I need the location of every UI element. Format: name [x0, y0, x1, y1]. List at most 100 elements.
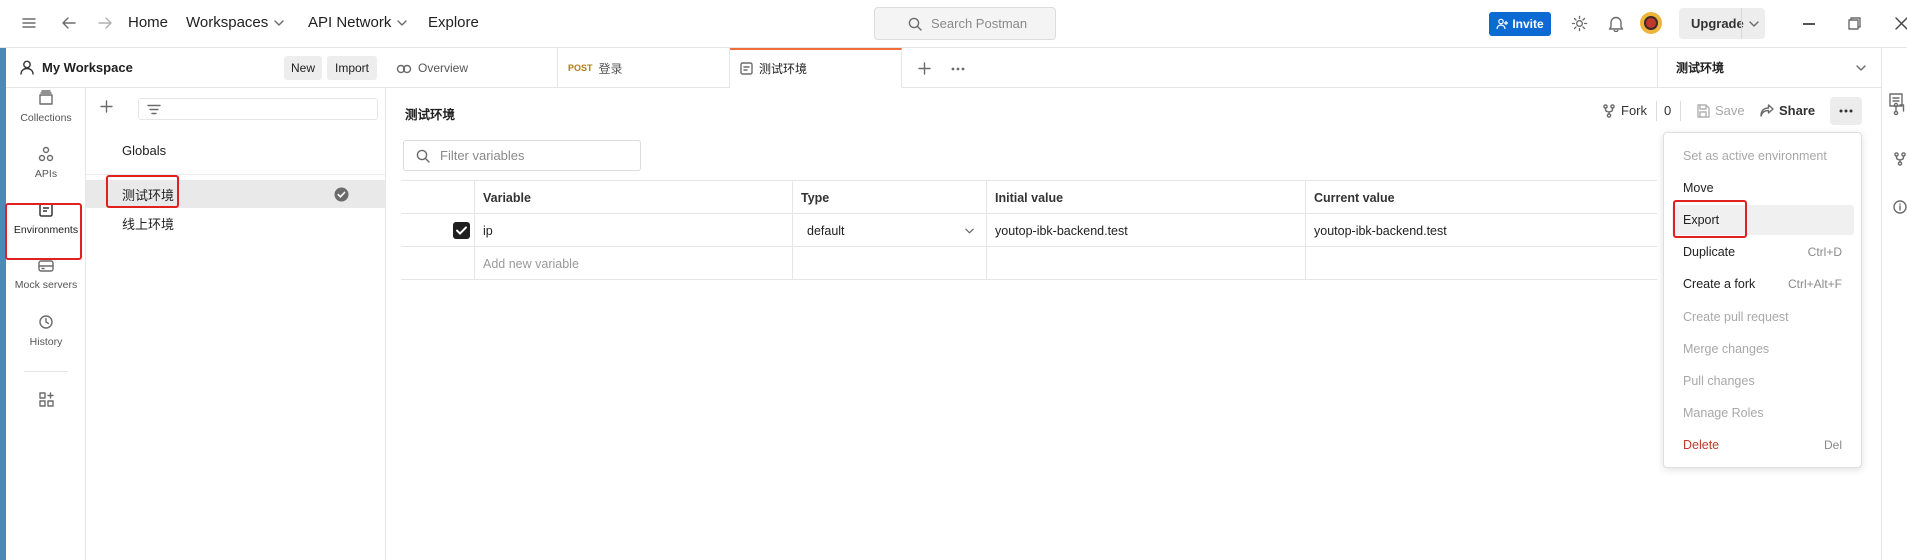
fork-button[interactable]: Fork — [1602, 103, 1647, 118]
environment-title[interactable]: 测试环境 — [405, 104, 455, 123]
menu-item-merge-changes: Merge changes — [1672, 334, 1854, 364]
sidebar-item-mock-servers[interactable]: Mock servers — [6, 250, 86, 300]
avatar[interactable] — [1640, 12, 1662, 34]
filter-icon — [147, 104, 161, 115]
current-value-cell[interactable]: youtop-ibk-backend.test — [1305, 214, 1657, 247]
more-actions-button[interactable] — [1830, 97, 1862, 125]
right-context-bar — [1881, 48, 1907, 560]
more-tabs-icon[interactable] — [951, 67, 965, 71]
pull-request-icon[interactable] — [1893, 102, 1907, 116]
menu-item-label: Duplicate — [1683, 245, 1736, 260]
list-item-test-environment[interactable]: 测试环境 — [86, 180, 386, 208]
fork-icon[interactable] — [1893, 152, 1907, 166]
menu-item-set-as-active-environment: Set as active environment — [1672, 141, 1854, 171]
environment-list-panel: Globals 测试环境 线上环境 — [86, 88, 386, 560]
apis-icon — [38, 146, 54, 162]
search-input[interactable]: Search Postman — [874, 7, 1056, 40]
sidebar-item-apis[interactable]: APIs — [6, 138, 86, 188]
menu-item-label: Export — [1683, 213, 1720, 228]
add-new-variable-input[interactable]: Add new variable — [474, 247, 792, 280]
sidebar-item-environments[interactable]: Environments — [6, 194, 86, 244]
column-header-current-value: Current value — [1305, 181, 1657, 214]
info-icon[interactable] — [1893, 200, 1907, 214]
home-link[interactable]: Home — [128, 14, 168, 31]
api-network-menu[interactable]: API Network — [308, 14, 408, 31]
explore-link[interactable]: Explore — [428, 14, 479, 31]
list-item-label: 线上环境 — [122, 216, 175, 232]
top-bar: Home Workspaces API Network Explore Sear… — [0, 0, 1907, 48]
filter-variables-input[interactable]: Filter variables — [403, 140, 641, 171]
sidebar-item-label: History — [29, 336, 63, 348]
table-header-row: Variable Type Initial value Current valu… — [401, 181, 1657, 214]
new-button[interactable]: New — [284, 56, 322, 80]
menu-item-delete[interactable]: Delete Del — [1672, 430, 1854, 460]
forward-arrow-icon[interactable] — [98, 16, 112, 30]
sidebar-item-collections[interactable]: Collections — [6, 82, 86, 132]
menu-item-move[interactable]: Move — [1672, 173, 1854, 203]
search-placeholder: Search Postman — [931, 16, 1028, 31]
divider — [86, 174, 386, 175]
add-tab-icon[interactable] — [918, 62, 931, 75]
row-enabled-checkbox[interactable] — [453, 222, 470, 239]
add-user-icon — [1496, 18, 1509, 30]
menu-item-manage-roles: Manage Roles — [1672, 398, 1854, 428]
explore-label: Explore — [428, 14, 479, 31]
sidebar-search-input[interactable] — [138, 98, 378, 120]
menu-item-shortcut: Ctrl+D — [1807, 245, 1842, 260]
restore-icon[interactable] — [1848, 17, 1861, 30]
home-label: Home — [128, 14, 169, 31]
initial-value-cell[interactable]: youtop-ibk-backend.test — [986, 214, 1305, 247]
chevron-down-icon[interactable] — [1749, 21, 1759, 27]
invite-label: Invite — [1512, 17, 1544, 31]
upgrade-button[interactable]: Upgrade — [1679, 8, 1765, 39]
method-badge: POST — [568, 63, 593, 73]
save-button[interactable]: Save — [1696, 103, 1745, 118]
column-header-type: Type — [792, 181, 986, 214]
column-header-initial-value: Initial value — [986, 181, 1305, 214]
environment-selector-label: 测试环境 — [1676, 61, 1725, 75]
share-icon — [1760, 104, 1774, 117]
import-button[interactable]: Import — [327, 56, 377, 80]
list-item-globals[interactable]: Globals — [86, 136, 386, 164]
save-icon — [1696, 103, 1710, 118]
menu-icon[interactable] — [22, 17, 36, 29]
notification-bell-icon[interactable] — [1608, 15, 1624, 32]
menu-item-export[interactable]: Export — [1672, 205, 1854, 236]
invite-button[interactable]: Invite — [1489, 12, 1551, 36]
column-header-variable: Variable — [474, 181, 792, 214]
share-button[interactable]: Share — [1760, 103, 1815, 118]
environment-icon — [740, 62, 753, 75]
tab-label: Overview — [418, 61, 469, 75]
overview-icon — [396, 62, 412, 74]
back-arrow-icon[interactable] — [62, 16, 76, 30]
add-icon[interactable] — [100, 100, 113, 113]
variable-name-cell[interactable]: ip — [474, 214, 792, 247]
workspace-title[interactable]: My Workspace — [42, 60, 133, 75]
workspaces-menu[interactable]: Workspaces — [186, 14, 284, 31]
search-icon — [908, 17, 922, 31]
list-item-prod-environment[interactable]: 线上环境 — [86, 209, 386, 237]
sidebar-item-history[interactable]: History — [6, 306, 86, 356]
menu-item-label: Move — [1683, 181, 1714, 196]
environments-icon — [38, 202, 54, 218]
tab-environment[interactable]: 测试环境 — [730, 48, 902, 88]
share-label: Share — [1779, 103, 1816, 118]
tab-overview[interactable]: Overview — [386, 48, 558, 88]
minimize-icon[interactable] — [1803, 23, 1815, 25]
close-icon[interactable] — [1895, 17, 1907, 30]
divider — [1741, 8, 1742, 39]
tab-label: 测试环境 — [759, 62, 808, 76]
fork-label: Fork — [1621, 103, 1647, 118]
menu-item-create-a-fork[interactable]: Create a fork Ctrl+Alt+F — [1672, 269, 1854, 299]
menu-item-duplicate[interactable]: Duplicate Ctrl+D — [1672, 237, 1854, 267]
environment-selector[interactable]: 测试环境 — [1657, 48, 1881, 88]
variable-type-select[interactable]: default — [792, 214, 986, 247]
active-check-icon[interactable] — [334, 187, 349, 202]
tab-request-login[interactable]: POST 登录 — [558, 48, 730, 88]
api-network-label: API Network — [308, 14, 392, 31]
menu-item-label: Merge changes — [1683, 341, 1770, 356]
fork-count: 0 — [1664, 103, 1672, 118]
configure-sidebar-icon[interactable] — [39, 392, 54, 407]
settings-gear-icon[interactable] — [1571, 15, 1588, 32]
menu-item-label: Create pull request — [1683, 309, 1789, 324]
